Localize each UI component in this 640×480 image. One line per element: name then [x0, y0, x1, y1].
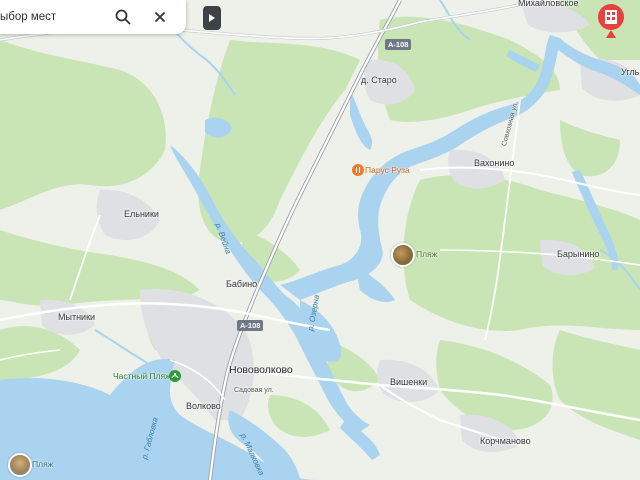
search-button[interactable] — [112, 6, 134, 28]
label-korchmanovo: Корчманово — [480, 436, 531, 446]
building-icon — [605, 10, 617, 24]
map-canvas[interactable] — [0, 0, 640, 480]
road-shield-a108-mid: А-108 — [237, 320, 264, 331]
poi-chastny-plyazh-label: Частный Пляж — [113, 371, 171, 381]
road-shield-a108-north: А-108 — [385, 39, 412, 50]
label-mytniki: Мытники — [58, 312, 96, 322]
label-staro: д. Старо — [361, 75, 397, 85]
close-icon — [155, 12, 165, 22]
poi-plyazh-reservoir-label: Пляж — [416, 249, 438, 259]
beach-photo-icon — [391, 243, 415, 267]
label-volkovo: Волково — [186, 401, 221, 411]
search-bar[interactable]: ыбор мест — [0, 0, 186, 34]
label-mikhailovskoe: Михайловское — [518, 0, 579, 8]
beach-icon — [169, 370, 181, 382]
label-novovolkovo: Нововолково — [229, 364, 293, 376]
restaurant-icon — [352, 164, 364, 176]
label-ugly: Угль — [621, 67, 640, 77]
label-vakhonino: Вахонино — [474, 158, 515, 168]
label-sadovaya-street: Садовая ул. — [234, 387, 274, 394]
side-panel-toggle-button[interactable] — [203, 6, 221, 30]
label-babino: Бабино — [226, 279, 258, 289]
search-input[interactable]: ыбор мест — [0, 11, 56, 23]
beach-photo-icon — [8, 453, 32, 477]
poi-parus-ruza-label: Парус Руза — [365, 165, 410, 175]
play-triangle-icon — [209, 14, 215, 22]
close-button[interactable] — [149, 6, 171, 28]
label-vishenki: Вишенки — [390, 377, 428, 387]
search-icon — [115, 9, 131, 25]
label-yelniki: Ельники — [124, 209, 159, 219]
poi-plyazh-bottom-left-label: Пляж — [32, 459, 54, 469]
label-barynino: Барынино — [557, 249, 600, 259]
